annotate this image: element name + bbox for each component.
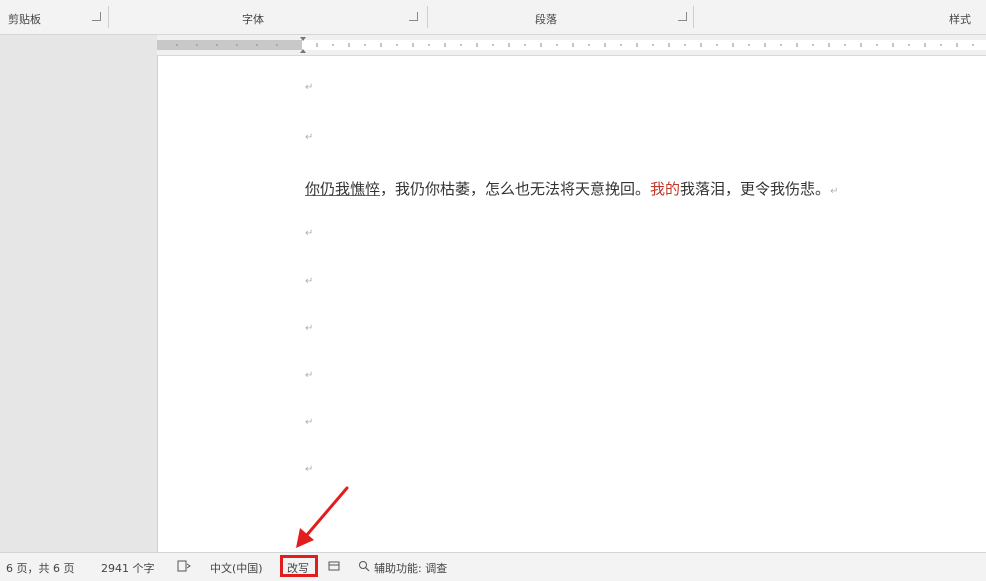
ribbon-group-font: 字体 bbox=[109, 0, 427, 34]
language-indicator[interactable]: 中文(中国) bbox=[210, 560, 263, 576]
underlined-text: 你仍我憔悴 bbox=[305, 180, 381, 198]
document-text-line[interactable]: 你仍我憔悴，我仍你枯萎，怎么也无法将天意挽回。我的我落泪，更令我伤悲。↵ bbox=[305, 178, 838, 199]
ribbon-group-styles: 样式 bbox=[694, 0, 986, 34]
annotation-highlight-box bbox=[280, 555, 318, 577]
ribbon-group-paragraph: 段落 bbox=[428, 0, 693, 34]
paragraph-mark: ↵ bbox=[305, 464, 314, 475]
ribbon-group-bar: 剪贴板 字体 段落 样式 bbox=[0, 0, 986, 35]
horizontal-ruler[interactable] bbox=[157, 35, 986, 56]
navigation-pane bbox=[0, 35, 158, 552]
paragraph-mark: ↵ bbox=[305, 82, 314, 93]
ribbon-group-label: 字体 bbox=[242, 13, 264, 26]
word-count[interactable]: 2941 个字 bbox=[101, 560, 155, 576]
body-text: 我落泪，更令我伤悲。 bbox=[680, 180, 831, 198]
ribbon-group-label: 样式 bbox=[949, 13, 971, 26]
ribbon-group-label: 剪贴板 bbox=[8, 13, 41, 26]
red-text: 我的 bbox=[650, 180, 681, 198]
ribbon-group-clipboard: 剪贴板 bbox=[0, 0, 108, 34]
ribbon-group-label: 段落 bbox=[535, 13, 557, 26]
macro-record-icon[interactable] bbox=[328, 560, 340, 575]
paragraph-mark: ↵ bbox=[305, 370, 314, 381]
accessibility-icon[interactable] bbox=[358, 560, 372, 575]
paragraph-mark: ↵ bbox=[830, 186, 839, 197]
document-page[interactable]: ↵ ↵ 你仍我憔悴，我仍你枯萎，怎么也无法将天意挽回。我的我落泪，更令我伤悲。↵… bbox=[158, 56, 986, 552]
proofing-icon[interactable] bbox=[177, 560, 191, 575]
dialog-launcher-icon[interactable] bbox=[92, 12, 101, 21]
paragraph-mark: ↵ bbox=[305, 132, 314, 143]
paragraph-mark: ↵ bbox=[305, 276, 314, 287]
paragraph-mark: ↵ bbox=[305, 323, 314, 334]
body-text: ，我仍你枯萎，怎么也无法将天意挽回。 bbox=[380, 180, 651, 198]
dialog-launcher-icon[interactable] bbox=[678, 12, 687, 21]
page-count[interactable]: 6 页，共 6 页 bbox=[6, 560, 75, 576]
status-bar: 6 页，共 6 页 2941 个字 中文(中国) 改写 辅助功能: 调查 bbox=[0, 552, 986, 581]
paragraph-mark: ↵ bbox=[305, 417, 314, 428]
accessibility-status[interactable]: 辅助功能: 调查 bbox=[374, 560, 447, 576]
dialog-launcher-icon[interactable] bbox=[409, 12, 418, 21]
paragraph-mark: ↵ bbox=[305, 228, 314, 239]
ruler-ticks bbox=[176, 37, 974, 53]
